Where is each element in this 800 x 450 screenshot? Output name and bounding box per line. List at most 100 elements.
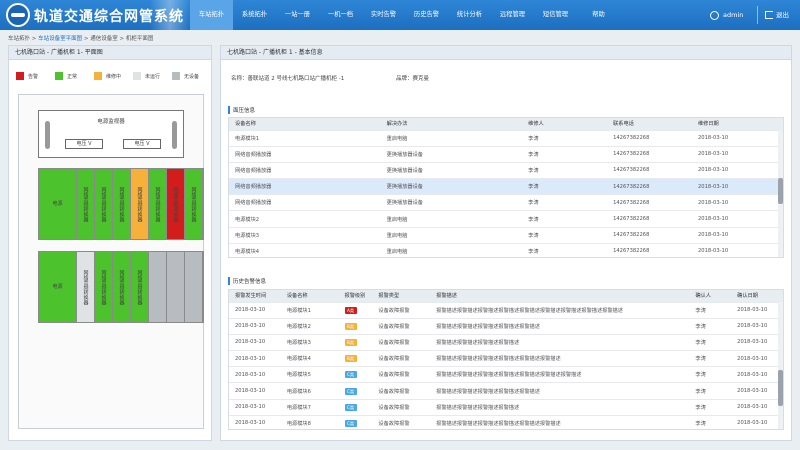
alarm-cell: 李涛 — [689, 318, 732, 335]
power-monitor[interactable]: 电源监视器 电压 V 电压 V — [38, 110, 184, 158]
alarm-level-badge: C类 — [344, 387, 357, 395]
alarm-row[interactable]: 2018-03-10 电源模块1 A类 设备故障报警 报警描述报警描述报警描述报警描述报… — [229, 302, 783, 319]
maintenance-cell: 14267382268 — [607, 243, 692, 257]
alarm-cell: B类 — [338, 334, 373, 352]
maintenance-cell: 14267382268 — [607, 178, 692, 196]
maintenance-row[interactable]: 网络音频播放器 更换播放器设备 李涛 14267382268 2018-03-10 — [229, 146, 783, 163]
maintenance-row[interactable]: 网络音频播放器 更换播放器设备 李涛 14267382268 2018-03-10 — [229, 162, 783, 180]
alarm-cell: 2018-03-10 — [731, 318, 783, 335]
device-slot[interactable]: 网络音频转换器 — [185, 169, 203, 239]
device-label: 网络音频转换器 — [154, 186, 161, 222]
alarm-cell: 设备故障报警 — [372, 318, 431, 335]
legend-item: 告警 — [16, 72, 55, 80]
logout-label: 退出 — [776, 11, 789, 19]
nav-item-3[interactable]: 一机一档 — [319, 0, 362, 30]
breadcrumb-comm-room[interactable]: 通信设备室 — [90, 36, 118, 42]
nav-item-1[interactable]: 系统拓扑 — [233, 0, 276, 30]
breadcrumb-equipment-room[interactable]: 车站设备室平面图 — [38, 36, 82, 42]
device-label: 网络音频转换器 — [118, 269, 125, 305]
nav-item-9[interactable]: 帮助 — [577, 0, 620, 30]
alarm-row[interactable]: 2018-03-10 电源模块8 C类 设备故障报警 报警描述报警描述报警描述报警描述报… — [229, 415, 783, 429]
maintenance-row[interactable]: 电源模块4 重启电脑 李涛 14267382268 2018-03-10 — [229, 243, 783, 257]
basic-info-title: 七机路口站 - 广播机柜 1 - 基本信息 — [221, 46, 791, 60]
alarm-row[interactable]: 2018-03-10 电源模块2 B类 设备故障报警 报警描述报警描述报警描述报警描述报… — [229, 318, 783, 335]
maintenance-cell: 李涛 — [522, 130, 608, 147]
maintenance-cell: 重启电脑 — [380, 243, 523, 257]
legend-label: 未运行 — [145, 73, 161, 80]
power-monitor-title: 电源监视器 — [97, 119, 125, 125]
alarm-row[interactable]: 2018-03-10 电源模块4 B类 设备故障报警 报警描述报警描述报警描述报警描述报… — [229, 350, 783, 368]
voltage-readout-1[interactable]: 电压 V — [65, 139, 103, 149]
logout-button[interactable]: 退出 — [765, 0, 789, 30]
user-menu[interactable]: admin — [710, 0, 743, 30]
maintenance-row[interactable]: 网络音频播放器 更换播放器设备 李涛 14267382268 2018-03-10 — [229, 178, 783, 196]
alarm-cell: 电源模块4 — [280, 350, 339, 368]
device-slot[interactable]: 网络音频转换器 — [131, 252, 149, 322]
alarm-header: 确认人 — [689, 290, 732, 303]
maintenance-cell: 14267382268 — [607, 162, 692, 180]
device-slot[interactable]: 网络音频转换器 — [95, 252, 113, 322]
device-slot[interactable]: 网络音频转换器 — [113, 252, 131, 322]
maintenance-row[interactable]: 网络音频播放器 更换播放器设备 李涛 14267382268 2018-03-10 — [229, 194, 783, 212]
power-slot[interactable]: 电源 — [39, 169, 77, 239]
alarm-level-badge: C类 — [344, 403, 357, 411]
maintenance-row[interactable]: 电源模块1 重启电脑 李涛 14267382268 2018-03-10 — [229, 130, 783, 147]
nav-item-7[interactable]: 远程管理 — [491, 0, 534, 30]
device-slot[interactable]: 网络音频转换器 — [131, 169, 149, 239]
device-slot[interactable]: 网络音频转换器 — [95, 169, 113, 239]
nav-item-5[interactable]: 历史告警 — [405, 0, 448, 30]
device-slot[interactable]: 网络音频转换器 — [77, 252, 95, 322]
voltage-readout-2[interactable]: 电压 V — [123, 139, 161, 149]
device-slot[interactable]: 网络音频转换器 — [149, 169, 167, 239]
device-slot[interactable]: 网络音频转换器 — [167, 169, 185, 239]
power-slot[interactable]: 电源 — [39, 252, 77, 322]
maintenance-row[interactable]: 电源模块2 重启电脑 李涛 14267382268 2018-03-10 — [229, 210, 783, 228]
nav-item-6[interactable]: 统计分析 — [448, 0, 491, 30]
maintenance-cell: 2018-03-10 — [691, 162, 783, 180]
maintenance-cell: 2018-03-10 — [691, 178, 783, 196]
device-slot[interactable]: 网络音频转换器 — [77, 169, 95, 239]
maintenance-row[interactable]: 电源模块3 重启电脑 李涛 14267382268 2018-03-10 — [229, 227, 783, 244]
alarm-cell: 李涛 — [689, 415, 732, 429]
alarm-cell: 2018-03-10 — [731, 366, 783, 384]
breadcrumb-current: 机柜平面图 — [125, 36, 154, 42]
maintenance-header: 解决办法 — [380, 118, 523, 131]
alarm-row[interactable]: 2018-03-10 电源模块6 C类 设备故障报警 报警描述报警描述报警描述报警描述报… — [229, 382, 783, 400]
device-slot[interactable]: 网络音频转换器 — [113, 169, 131, 239]
alarm-row[interactable]: 2018-03-10 电源模块7 C类 设备故障报警 报警描述报警描述报警描述报警描述李… — [229, 399, 783, 416]
device-slot[interactable] — [149, 252, 167, 322]
device-label: 网络音频转换器 — [82, 269, 89, 305]
alarm-cell: 电源模块3 — [280, 334, 339, 352]
scroll-thumb[interactable] — [778, 370, 783, 406]
alarm-cell: 2018-03-10 — [731, 350, 783, 368]
maintenance-cell: 14267382268 — [607, 210, 692, 228]
nav-item-2[interactable]: 一站一册 — [276, 0, 319, 30]
alarm-cell: 2018-03-10 — [229, 334, 281, 352]
maintenance-cell: 电源模块2 — [229, 210, 381, 228]
alarm-cell: 李涛 — [689, 382, 732, 400]
device-slot[interactable] — [185, 252, 203, 322]
legend-item: 无设备 — [172, 72, 211, 80]
breadcrumb-station-topology[interactable]: 车站拓扑 — [8, 36, 30, 42]
maintenance-cell: 更换播放器设备 — [380, 178, 523, 196]
device-label: 网络音频转换器 — [100, 186, 107, 222]
alarm-cell: 李涛 — [689, 350, 732, 368]
alarm-row[interactable]: 2018-03-10 电源模块5 C类 设备故障报警 报警描述报警描述报警描述报警描述报… — [229, 366, 783, 384]
alarm-header: 报警描述 — [430, 290, 690, 303]
nav-item-8[interactable]: 短信管理 — [534, 0, 577, 30]
maintenance-scrollbar[interactable] — [778, 130, 783, 257]
alarm-cell: 报警描述报警描述报警描述报警描述报警描述报警描述 — [430, 350, 690, 368]
alarm-row[interactable]: 2018-03-10 电源模块3 B类 设备故障报警 报警描述报警描述报警描述报警描述李… — [229, 334, 783, 352]
nav-item-0[interactable]: 车站拓扑 — [190, 0, 233, 30]
maintenance-cell: 2018-03-10 — [691, 210, 783, 228]
alarm-scrollbar[interactable] — [778, 302, 783, 429]
alarm-cell: 2018-03-10 — [731, 415, 783, 429]
scroll-thumb[interactable] — [778, 178, 783, 204]
alarm-cell: A类 — [338, 302, 373, 319]
alarm-header: 设备名称 — [280, 290, 339, 303]
alarm-header: 确认日期 — [731, 290, 783, 303]
maintenance-section-title: 面压信息 — [228, 106, 255, 114]
cabinet-name: 名称：善联站道 2 号线七机路口站广播机柜 -1 — [231, 76, 345, 82]
nav-item-4[interactable]: 实时告警 — [362, 0, 405, 30]
device-slot[interactable] — [167, 252, 185, 322]
